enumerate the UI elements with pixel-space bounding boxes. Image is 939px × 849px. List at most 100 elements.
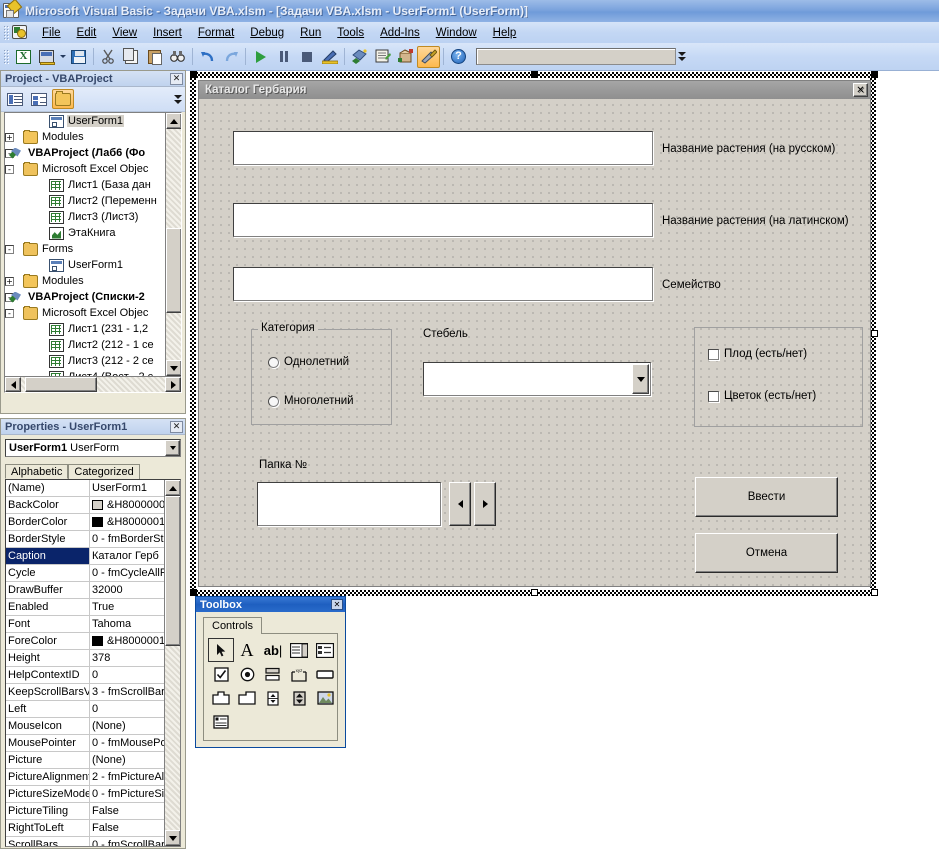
property-row[interactable]: (Name) UserForm1 [6,480,164,497]
tree-item[interactable]: Лист3 (212 - 2 се [5,353,166,369]
menu-file[interactable]: File [34,24,69,42]
radio-mnogoletniy[interactable]: Многолетний [268,395,354,407]
chevron-down-icon[interactable] [165,440,180,456]
help-icon[interactable]: ? [447,46,470,68]
tree-item[interactable]: ЭтаКнига [5,225,166,241]
view-excel-icon[interactable] [12,46,35,68]
property-row[interactable]: PictureTiling False [6,803,164,820]
plant-name-lat-textbox[interactable] [233,203,653,237]
property-value[interactable]: Tahoma [90,616,164,632]
menu-insert[interactable]: Insert [145,24,190,42]
toolbox-icon[interactable] [417,45,440,68]
property-row[interactable]: MousePointer 0 - fmMousePo [6,735,164,752]
optionbutton-icon[interactable] [234,662,260,686]
cut-icon[interactable] [97,46,120,68]
frame-icon[interactable]: xyz [286,662,312,686]
collapse-icon[interactable]: - [5,164,14,174]
property-row[interactable]: MouseIcon (None) [6,718,164,735]
stem-combobox[interactable] [423,362,651,396]
textbox-icon[interactable]: ab| [260,638,286,662]
property-value[interactable]: 0 - fmPictureSi [90,786,164,802]
scroll-up-button[interactable] [166,113,181,129]
close-icon[interactable]: ✕ [853,83,868,97]
close-icon[interactable]: ✕ [170,72,183,85]
image-icon[interactable] [312,686,338,710]
vscroll-thumb[interactable] [166,228,181,313]
spin-prev-button[interactable] [449,482,471,526]
object-browser-icon[interactable] [394,46,417,68]
properties-grid[interactable]: (Name) UserForm1 BackColor &H8000000 BorderC… [5,479,181,847]
tree-item[interactable]: Лист2 (212 - 1 се [5,337,166,353]
property-value[interactable]: 2 - fmPictureAl [90,769,164,785]
menu-window[interactable]: Window [428,24,485,42]
property-value[interactable]: 3 - fmScrollBar [90,684,164,700]
property-row[interactable]: Height 378 [6,650,164,667]
listbox-icon[interactable] [312,638,338,662]
commandbutton-icon[interactable] [312,662,338,686]
object-selector-combobox[interactable]: UserForm1 UserForm [5,439,181,457]
scroll-up-button[interactable] [165,480,180,496]
find-icon[interactable] [166,46,189,68]
property-row[interactable]: Caption Каталог Герб [6,548,164,565]
property-value[interactable]: &H8000000 [90,497,164,513]
chevron-down-icon[interactable] [172,94,183,104]
property-value[interactable]: 0 - fmMousePo [90,735,164,751]
property-value[interactable]: &H8000001 [90,514,164,530]
tree-item[interactable]: - VBAProject (Лаб6 (Фо [5,145,166,161]
property-row[interactable]: Picture (None) [6,752,164,769]
property-row[interactable]: BorderStyle 0 - fmBorderSt [6,531,164,548]
category-frame[interactable]: Категория Однолетний Многолетний [251,322,392,425]
property-value[interactable]: 0 - fmCycleAllF [90,565,164,581]
project-explorer-icon[interactable] [348,46,371,68]
tab-alphabetic[interactable]: Alphabetic [5,464,69,479]
property-row[interactable]: BackColor &H8000000 [6,497,164,514]
property-value[interactable]: 378 [90,650,164,666]
property-row[interactable]: Font Tahoma [6,616,164,633]
plant-name-ru-textbox[interactable] [233,131,653,165]
menu-help[interactable]: Help [485,24,525,42]
menubar-gripper[interactable] [3,25,10,40]
position-size-box[interactable] [476,48,676,65]
property-value[interactable]: 0 [90,667,164,683]
save-icon[interactable] [67,46,90,68]
scroll-left-button[interactable] [5,377,21,392]
resize-handle-se[interactable] [871,589,878,596]
property-row[interactable]: Left 0 [6,701,164,718]
spin-next-button[interactable] [474,482,496,526]
property-value[interactable]: (None) [90,752,164,768]
combobox-icon[interactable] [286,638,312,662]
property-row[interactable]: KeepScrollBarsVi 3 - fmScrollBar [6,684,164,701]
tab-categorized[interactable]: Categorized [68,464,140,479]
property-value[interactable]: False [90,820,164,836]
menu-tools[interactable]: Tools [329,24,372,42]
radio-odnoletniy[interactable]: Однолетний [268,356,349,368]
property-row[interactable]: ForeColor &H8000001 [6,633,164,650]
collapse-icon[interactable]: - [5,244,14,254]
select-objects-icon[interactable] [208,638,234,662]
property-value[interactable]: UserForm1 [90,480,164,496]
property-value[interactable]: 0 - fmBorderSt [90,531,164,547]
property-value[interactable]: 0 [90,701,164,717]
expand-icon[interactable]: + [5,276,14,286]
menu-debug[interactable]: Debug [242,24,292,42]
view-code-icon[interactable] [4,89,26,109]
project-tree-hscrollbar[interactable] [5,376,181,392]
paste-icon[interactable] [143,46,166,68]
tree-item[interactable]: - VBAProject (Списки-2 [5,289,166,305]
menu-run[interactable]: Run [292,24,329,42]
resize-handle-s[interactable] [531,589,538,596]
toolbar-gripper[interactable] [3,49,10,64]
folder-number-textbox[interactable] [257,482,441,526]
resize-handle-sw[interactable] [190,589,197,596]
refedit-icon[interactable] [208,710,234,734]
tree-item[interactable]: Лист2 (Переменн [5,193,166,209]
tree-item[interactable]: Лист1 (231 - 1,2 [5,321,166,337]
undo-icon[interactable] [196,46,219,68]
copy-icon[interactable] [120,46,143,68]
property-value[interactable]: True [90,599,164,615]
property-row[interactable]: Enabled True [6,599,164,616]
redo-icon[interactable] [219,46,242,68]
run-icon[interactable] [249,46,272,68]
expand-icon[interactable]: + [5,132,14,142]
close-icon[interactable]: ✕ [170,420,183,433]
